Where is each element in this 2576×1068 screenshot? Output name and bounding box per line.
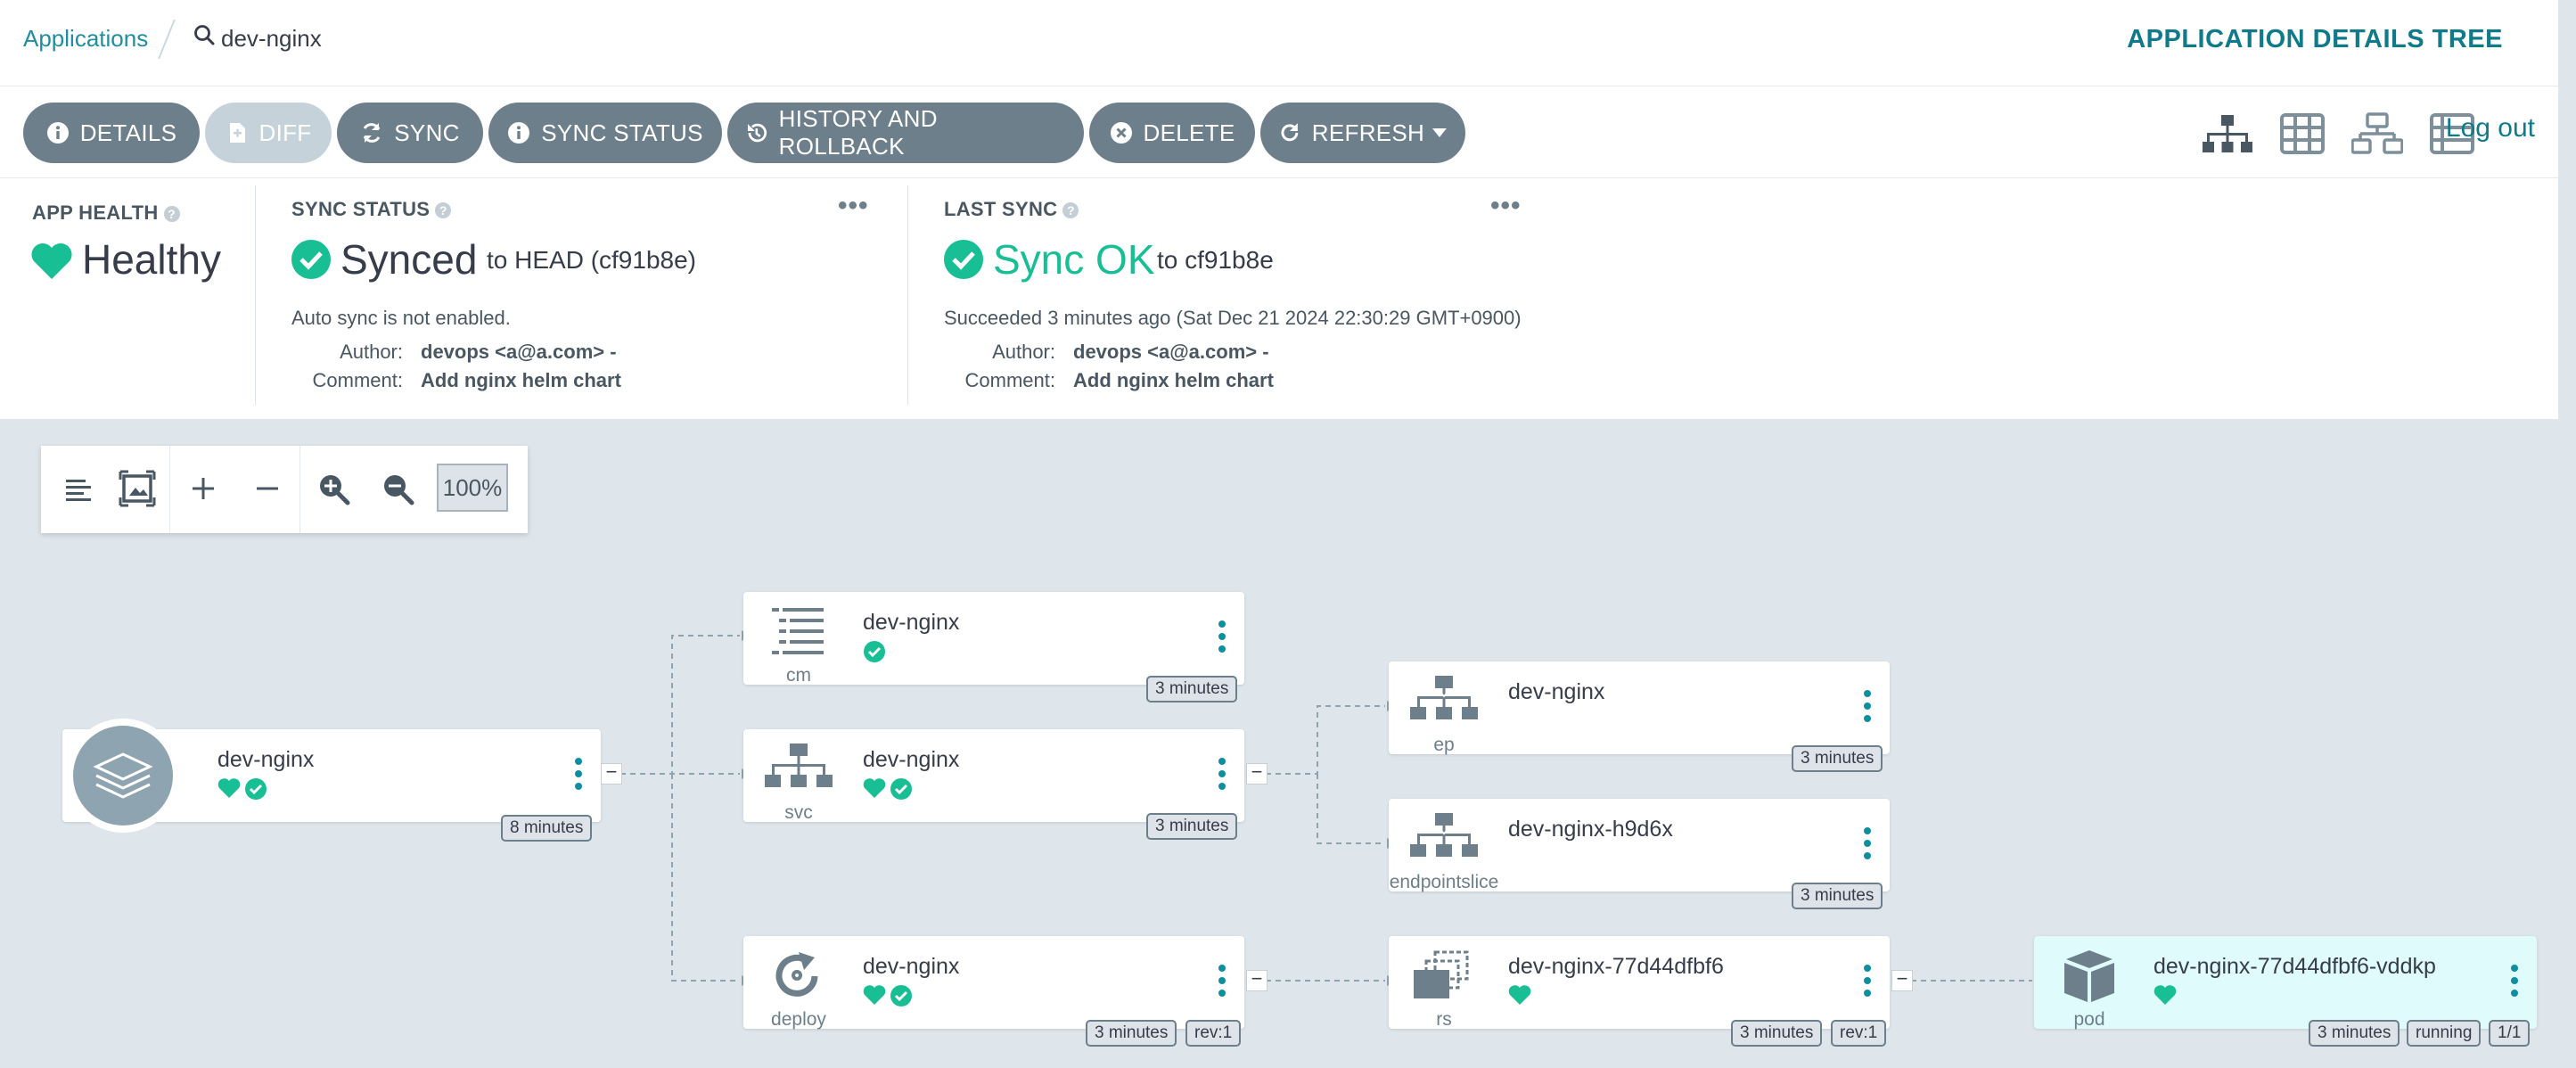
replicaset-icon [1414,950,1469,998]
check-circle-icon [890,778,912,800]
node-menu-icon[interactable] [574,756,583,792]
node-status [217,777,267,801]
collapse-toggle[interactable]: − [1246,969,1267,991]
collapse-toggle[interactable]: − [1891,969,1913,991]
heart-icon [863,778,886,798]
node-kind: endpointslice [1389,872,1499,892]
age-badge: 3 minutes [2309,1020,2400,1047]
revision-badge: rev:1 [1185,1020,1242,1047]
node-menu-icon[interactable] [1218,619,1226,654]
application-stack-icon [66,719,180,833]
collapse-toggle[interactable]: − [1246,762,1267,785]
check-circle-icon [890,985,912,1006]
node-name: dev-nginx [863,610,960,635]
deployment-icon [775,952,818,997]
node-status [863,777,913,801]
collapse-toggle[interactable]: − [601,762,622,785]
endpoints-icon [1410,676,1478,719]
node-kind: cm [786,665,811,686]
endpointslice-icon [1410,813,1478,857]
check-circle-icon [245,778,267,800]
age-badge: 3 minutes [1146,676,1238,702]
service-node[interactable]: svc dev-nginx [743,729,1244,823]
node-kind: rs [1436,1009,1452,1030]
check-circle-icon [864,641,885,662]
age-badge: 3 minutes [1731,1020,1823,1047]
age-badge: 3 minutes [1086,1020,1177,1047]
heart-icon [863,985,886,1005]
node-menu-icon[interactable] [1863,688,1872,724]
node-menu-icon[interactable] [1218,963,1226,998]
revision-badge: rev:1 [1831,1020,1887,1047]
node-status [1508,984,1531,1006]
node-name: dev-nginx [863,954,960,979]
age-badge: 3 minutes [1792,745,1883,772]
pod-ready-badge: 1/1 [2489,1020,2531,1047]
deployment-node[interactable]: deploy dev-nginx [743,936,1244,1030]
node-kind: deploy [771,1009,826,1030]
heart-icon [217,778,241,798]
endpointslice-node[interactable]: endpointslice dev-nginx-h9d6x [1389,799,1890,892]
replicaset-node[interactable]: rs dev-nginx-77d44dfbf6 [1389,936,1890,1030]
node-menu-icon[interactable] [1218,756,1226,792]
age-badge: 8 minutes [501,815,593,842]
pod-state-badge: running [2407,1020,2482,1047]
endpoints-node[interactable]: ep dev-nginx [1389,661,1890,755]
node-name: dev-nginx [1508,679,1605,704]
node-status [863,640,886,663]
node-menu-icon[interactable] [1863,963,1872,998]
service-icon [765,743,833,787]
heart-icon [2154,985,2177,1005]
node-kind: svc [784,802,813,823]
node-status [863,984,913,1007]
node-name: dev-nginx [863,747,960,772]
node-kind: pod [2073,1009,2105,1030]
graph-edges [620,630,2043,986]
node-status [2154,984,2177,1006]
node-name: dev-nginx [217,747,315,772]
node-name: dev-nginx-h9d6x [1508,817,1673,842]
age-badge: 3 minutes [1146,813,1238,840]
configmap-icon [772,608,824,654]
pod-cube-icon [2064,950,2114,1002]
node-menu-icon[interactable] [2510,963,2519,998]
node-name: dev-nginx-77d44dfbf6 [1508,954,1724,979]
node-kind: ep [1433,735,1455,755]
node-name: dev-nginx-77d44dfbf6-vddkp [2154,954,2436,979]
configmap-node[interactable]: cm dev-nginx [743,592,1244,686]
node-menu-icon[interactable] [1863,826,1872,861]
age-badge: 3 minutes [1792,883,1883,909]
pod-node[interactable]: pod dev-nginx-77d44dfbf6-vddkp [2034,936,2537,1030]
heart-icon [1508,985,1531,1005]
